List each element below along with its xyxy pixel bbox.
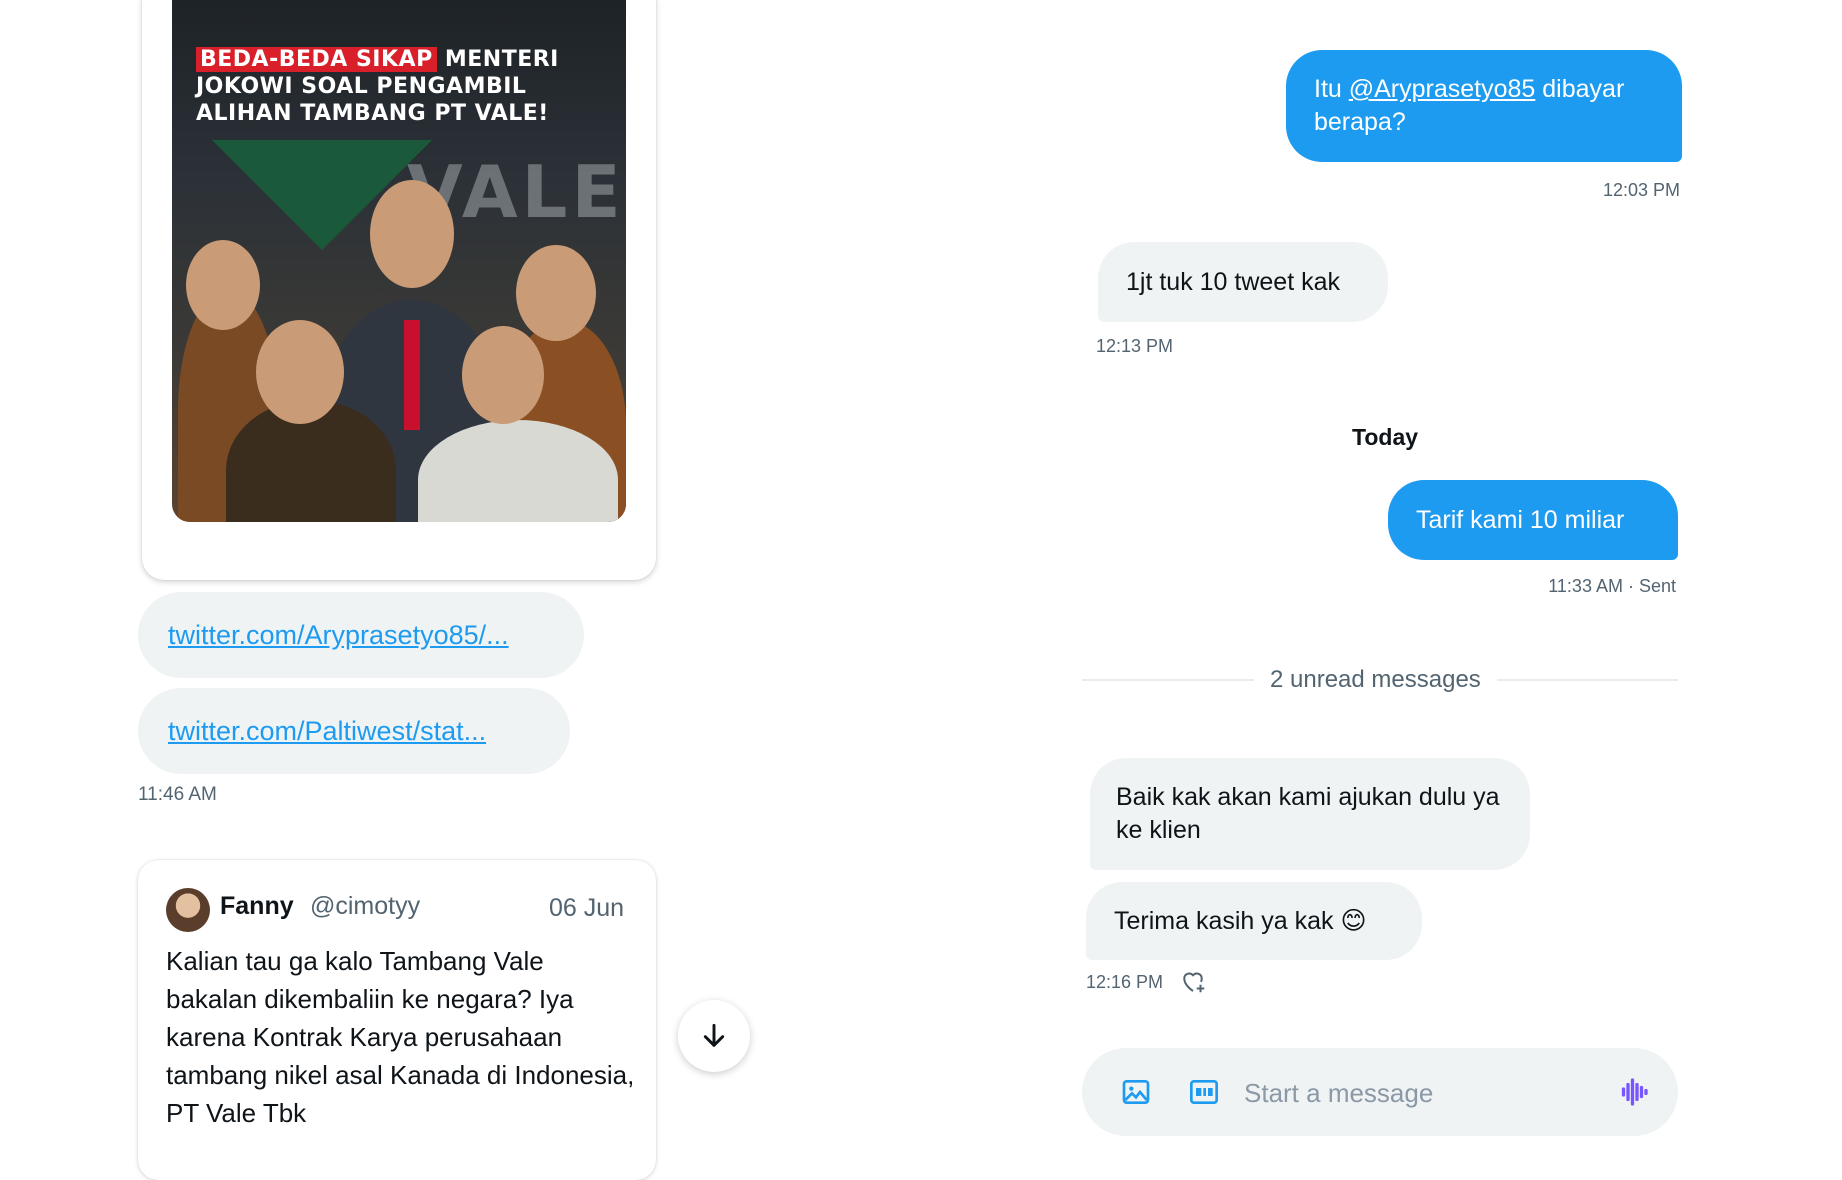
message-bubble-received[interactable]: 1jt tuk 10 tweet kak [1098,242,1388,322]
quoted-tweet-card[interactable]: Fanny @cimotyy 06 Jun Kalian tau ga kalo… [138,860,656,1180]
link-text[interactable]: twitter.com/Paltiwest/stat... [168,716,486,747]
message-timestamp: 12:13 PM [1096,336,1174,356]
link-chip[interactable]: twitter.com/Aryprasetyo85/... [138,592,584,678]
message-timestamp: 11:33 AM · Sent [1548,576,1676,596]
user-mention-link[interactable]: @Aryprasetyo85 [1349,75,1536,103]
message-text: 1jt tuk 10 tweet kak [1126,267,1341,296]
message-timestamp: 11:46 AM [138,784,217,805]
avatar[interactable] [166,888,210,932]
person-face [462,326,544,424]
person-face [256,320,344,424]
message-timestamp: 12:03 PM [1602,180,1680,200]
voice-message-button[interactable] [1612,1070,1656,1114]
voice-icon [1621,1078,1648,1106]
unread-messages-label: 2 unread messages [1254,666,1497,694]
news-image-card[interactable]: VALE BEDA-BEDA SIKAP MENTERI JOKOWI SOAL… [142,0,656,580]
arrow-down-icon [703,1023,725,1047]
person-face [370,180,454,288]
tweet-author-name: Fanny [220,892,294,920]
message-text: Itu @Aryprasetyo85 dibayar berapa? [1314,75,1625,136]
gif-icon [1190,1080,1218,1104]
scroll-down-button[interactable] [678,1000,750,1072]
message-composer [1082,1048,1678,1136]
heart-plus-icon [1183,972,1205,993]
news-image[interactable]: VALE BEDA-BEDA SIKAP MENTERI JOKOWI SOAL… [172,0,626,522]
add-image-button[interactable] [1114,1070,1158,1114]
message-input[interactable] [1242,1068,1586,1118]
news-headline: BEDA-BEDA SIKAP MENTERI JOKOWI SOAL PENG… [196,46,616,127]
message-bubble-received[interactable]: Terima kasih ya kak 😊 [1086,882,1422,960]
message-bubble-sent[interactable]: Itu @Aryprasetyo85 dibayar berapa? [1286,50,1682,162]
day-separator: Today [1352,424,1419,450]
message-bubble-received[interactable]: Baik kak akan kami ajukan dulu ya ke kli… [1090,758,1530,870]
add-reaction-button[interactable] [1178,966,1208,996]
image-icon [1122,1080,1150,1104]
person-face [186,240,260,330]
tweet-text: Kalian tau ga kalo Tambang Vale bakalan … [166,946,635,1128]
add-gif-button[interactable] [1182,1070,1226,1114]
message-bubble-sent[interactable]: Tarif kami 10 miliar [1388,480,1678,560]
red-tie [404,320,420,430]
person-face [516,245,596,341]
message-text: Terima kasih ya kak 😊 [1114,906,1367,935]
message-text: Baik kak akan kami ajukan dulu ya ke kli… [1116,783,1500,844]
tweet-date: 06 Jun [548,894,624,922]
message-text: Tarif kami 10 miliar [1416,505,1625,534]
link-text[interactable]: twitter.com/Aryprasetyo85/... [168,620,509,651]
message-timestamp: 12:16 PM [1086,972,1164,992]
tweet-author-handle: @cimotyy [310,892,421,920]
link-chip[interactable]: twitter.com/Paltiwest/stat... [138,688,570,774]
headline-highlight: BEDA-BEDA SIKAP [196,47,437,72]
